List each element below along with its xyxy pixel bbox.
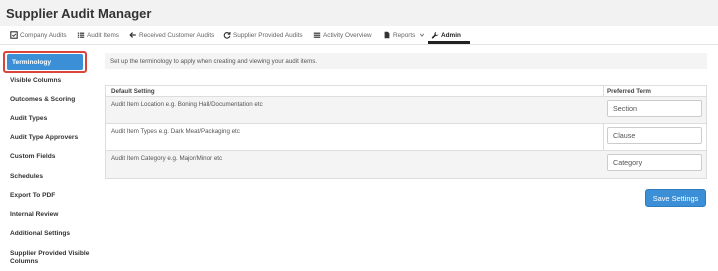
nav-admin[interactable]: Admin (430, 28, 461, 42)
nav-label: Activity Overview (323, 31, 372, 39)
terminology-table: Default Setting Preferred Term Audit Ite… (105, 85, 707, 179)
sidebar-item-internal-review[interactable]: Internal Review (10, 211, 58, 218)
preferred-term-input[interactable]: Clause (607, 127, 702, 144)
menu-icon (312, 31, 321, 40)
app-header: Supplier Audit Manager (0, 0, 718, 26)
sidebar-item-export-to-pdf[interactable]: Export To PDF (10, 192, 55, 199)
table-row: Audit Item Types e.g. Dark Meat/Packagin… (106, 123, 706, 151)
nav-reports[interactable]: Reports (382, 28, 426, 42)
nav-company-audits[interactable]: Company Audits (9, 28, 67, 42)
sidebar-item-outcomes-scoring[interactable]: Outcomes & Scoring (10, 96, 75, 103)
sidebar-item-audit-types[interactable]: Audit Types (10, 115, 47, 122)
app-title: Supplier Audit Manager (6, 6, 152, 21)
refresh-icon (222, 31, 231, 40)
nav-label: Audit Items (87, 31, 119, 39)
sidebar-item-visible-columns[interactable]: Visible Columns (10, 77, 61, 84)
nav-label: Reports (393, 31, 416, 39)
header-preferred-term: Preferred Term (607, 87, 651, 95)
sidebar-item-terminology[interactable]: Terminology (7, 54, 83, 70)
preferred-term-input[interactable]: Section (607, 100, 702, 117)
document-icon (382, 31, 391, 40)
nav-label: Company Audits (20, 31, 67, 39)
default-setting-cell: Audit Item Location e.g. Boning Hall/Doc… (111, 101, 263, 108)
default-setting-cell: Audit Item Types e.g. Dark Meat/Packagin… (111, 128, 240, 135)
table-row: Audit Item Category e.g. Major/Minor etc… (106, 150, 706, 178)
sidebar-item-schedules[interactable]: Schedules (10, 173, 43, 180)
nav-label: Admin (441, 31, 461, 39)
nav-activity-overview[interactable]: Activity Overview (312, 28, 372, 42)
sidebar-item-additional-settings[interactable]: Additional Settings (10, 230, 70, 237)
sidebar-item-audit-type-approvers[interactable]: Audit Type Approvers (10, 134, 78, 141)
sidebar-item-custom-fields[interactable]: Custom Fields (10, 153, 55, 160)
nav-audit-items[interactable]: Audit Items (76, 28, 119, 42)
wrench-icon (430, 31, 439, 40)
nav-received-customer-audits[interactable]: Received Customer Audits (128, 28, 214, 42)
nav-label: Received Customer Audits (139, 31, 215, 39)
nav-label: Supplier Provided Audits (233, 31, 303, 39)
nav-supplier-provided-audits[interactable]: Supplier Provided Audits (222, 28, 303, 42)
info-message: Set up the terminology to apply when cre… (105, 53, 707, 69)
preferred-term-input[interactable]: Category (607, 154, 702, 171)
clipboard-check-icon (9, 31, 18, 40)
header-default-setting: Default Setting (111, 87, 155, 95)
save-settings-button[interactable]: Save Settings (645, 189, 706, 207)
arrow-left-icon (128, 31, 137, 40)
sidebar-item-supplier-provided-visible-columns[interactable]: Supplier Provided Visible Columns (10, 250, 90, 266)
chevron-down-icon (417, 31, 426, 40)
top-nav: Company Audits Audit Items Received Cust… (0, 26, 718, 45)
list-icon (76, 31, 85, 40)
table-row: Audit Item Location e.g. Boning Hall/Doc… (106, 96, 706, 124)
nav-active-indicator (428, 41, 470, 44)
default-setting-cell: Audit Item Category e.g. Major/Minor etc (111, 155, 223, 162)
